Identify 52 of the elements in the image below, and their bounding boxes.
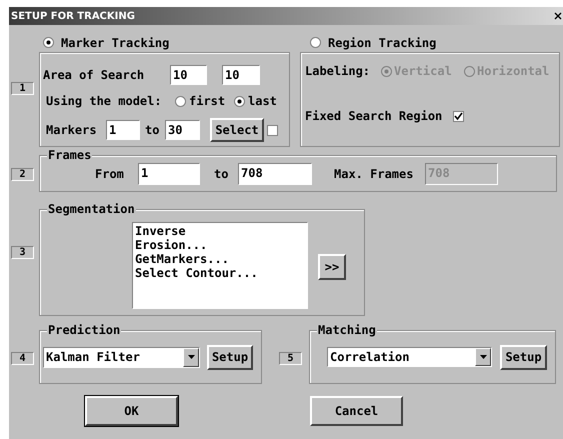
add-button[interactable]: >>: [318, 254, 346, 280]
group-title: Frames: [47, 148, 92, 162]
list-box[interactable]: Inverse Erosion... GetMarkers... Select Contour...: [132, 222, 308, 309]
window-title: SETUP FOR TRACKING: [10, 10, 135, 24]
radio-label[interactable]: last: [248, 94, 277, 108]
dropdown[interactable]: Correlation: [327, 347, 492, 367]
radio-button[interactable]: [310, 37, 321, 48]
list-item[interactable]: GetMarkers...: [135, 252, 307, 266]
field-label: Using the model:: [46, 94, 163, 108]
setup-button[interactable]: Setup: [207, 344, 253, 370]
select-button[interactable]: Select: [210, 118, 264, 142]
input-field[interactable]: 10: [222, 65, 260, 85]
input-field[interactable]: 10: [170, 65, 207, 85]
group-title: Matching: [317, 323, 377, 337]
radio-button[interactable]: [175, 96, 186, 106]
ok-button[interactable]: OK: [85, 396, 178, 426]
caret-icon: [188, 355, 194, 359]
dropdown[interactable]: Kalman Filter: [43, 346, 200, 368]
radio-label[interactable]: Marker Tracking: [61, 36, 170, 50]
input-field[interactable]: 1: [106, 120, 140, 140]
section-number: 5: [279, 352, 302, 365]
radio-button[interactable]: [234, 96, 245, 106]
list-item[interactable]: Erosion...: [135, 238, 307, 252]
cancel-button[interactable]: Cancel: [310, 396, 403, 426]
radio-label[interactable]: Region Tracking: [328, 36, 436, 50]
input-field[interactable]: 1: [138, 162, 200, 184]
section-number: 1: [11, 82, 34, 95]
field-label: Markers: [46, 123, 98, 137]
radio-label[interactable]: first: [189, 94, 234, 108]
input-field: 708: [425, 162, 498, 184]
field-label: to: [214, 166, 230, 180]
list-item[interactable]: Inverse: [135, 224, 307, 238]
list-item[interactable]: Select Contour...: [135, 266, 307, 280]
field-label: Area of Search: [43, 68, 146, 82]
input-field[interactable]: 708: [238, 162, 312, 184]
field-label: Max. Frames: [334, 166, 414, 180]
radio-button[interactable]: [43, 37, 54, 48]
close-icon[interactable]: [554, 12, 562, 20]
field-label: to: [145, 123, 160, 137]
section-number: 3: [11, 246, 34, 259]
group-title: Segmentation: [47, 202, 136, 216]
checkbox[interactable]: [267, 124, 278, 136]
field-label: From: [95, 166, 125, 180]
field-label: Labeling:: [305, 64, 372, 78]
section-number: 2: [11, 168, 34, 181]
setup-button[interactable]: Setup: [500, 344, 547, 370]
checkbox[interactable]: [453, 110, 464, 122]
group-title: Prediction: [47, 323, 122, 337]
section-number: 4: [11, 352, 34, 365]
input-field[interactable]: 30: [165, 120, 200, 140]
caret-icon: [480, 355, 486, 359]
checkbox-label[interactable]: Fixed Search Region: [305, 109, 453, 123]
